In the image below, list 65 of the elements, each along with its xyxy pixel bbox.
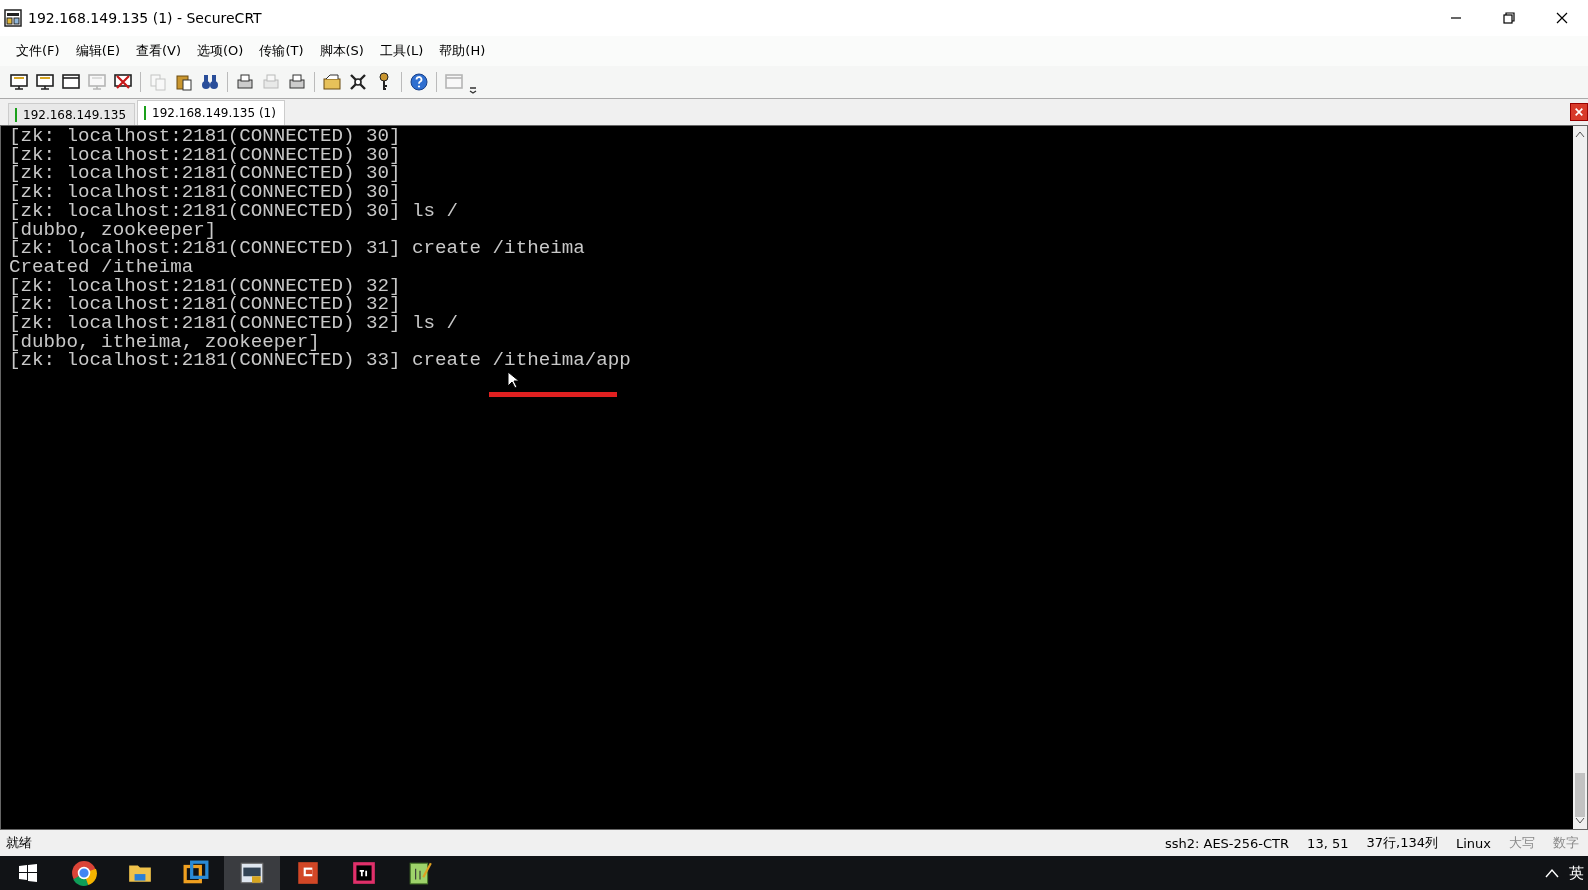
terminal-line: [zk: localhost:2181(CONNECTED) 31] create /itheima	[9, 239, 585, 258]
ide-icon	[351, 860, 377, 886]
menu-item[interactable]: 工具(L)	[371, 42, 432, 60]
status-text: Linux	[1454, 835, 1492, 851]
printer-icon	[235, 72, 255, 92]
binoculars-icon	[200, 72, 220, 92]
monitor-icon	[87, 72, 107, 92]
folder-icon	[322, 72, 342, 92]
app-icon	[4, 9, 22, 27]
session-tab[interactable]: 192.168.149.135 (1)	[137, 100, 285, 125]
printer-icon	[261, 72, 281, 92]
tools-icon	[348, 72, 368, 92]
status-text: 13, 51	[1306, 835, 1350, 851]
window-icon	[61, 72, 81, 92]
close-icon	[1574, 107, 1584, 117]
menu-item[interactable]: 编辑(E)	[67, 42, 128, 60]
monitor-icon	[9, 72, 29, 92]
menu-item[interactable]: 文件(F)	[8, 42, 68, 60]
terminal-line: [dubbo, zookeeper]	[9, 220, 217, 240]
scrollbar[interactable]	[1573, 126, 1587, 829]
input-method-indicator[interactable]: 英	[1569, 863, 1584, 883]
slides-icon	[295, 860, 321, 886]
close-icon	[1555, 12, 1568, 24]
monitor-icon	[35, 72, 55, 92]
menu-item[interactable]: 选项(O)	[189, 42, 252, 60]
taskbar-app-button[interactable]	[224, 856, 280, 890]
terminal-line: [zk: localhost:2181(CONNECTED) 30]	[9, 164, 401, 184]
terminal-line: [zk: localhost:2181(CONNECTED) 30] ls /	[9, 201, 459, 221]
window-icon	[239, 860, 265, 886]
squares-icon	[183, 860, 209, 886]
menu-item[interactable]: 帮助(H)	[431, 42, 494, 60]
status-text: 37行,134列	[1365, 834, 1439, 852]
status-text: 大写	[1508, 834, 1536, 852]
printer-icon	[287, 72, 307, 92]
mouse-pointer-icon	[507, 371, 519, 389]
restore-icon	[1502, 12, 1515, 24]
terminal-line: [zk: localhost:2181(CONNECTED) 32]	[9, 276, 401, 296]
chevron-up-icon[interactable]	[1545, 868, 1559, 878]
terminal-line: [zk: localhost:2181(CONNECTED) 32] ls /	[9, 314, 459, 333]
menu-item[interactable]: 传输(T)	[251, 42, 312, 60]
clipboard-icon	[174, 72, 194, 92]
status-text: 数字	[1552, 834, 1580, 852]
scroll-up-icon[interactable]	[1575, 130, 1585, 138]
terminal-line: [zk: localhost:2181(CONNECTED) 33] create /itheima/app	[9, 351, 631, 371]
round-logo-icon	[71, 860, 97, 886]
close-tab-button[interactable]	[1570, 103, 1588, 121]
terminal-line: [zk: localhost:2181(CONNECTED) 30]	[9, 127, 401, 146]
menu-item[interactable]: 查看(V)	[128, 42, 190, 60]
copy-icon	[148, 72, 168, 92]
terminal-line: [zk: localhost:2181(CONNECTED) 30]	[9, 145, 401, 165]
terminal-line: [dubbo, itheima, zookeeper]	[9, 332, 320, 352]
window-icon	[444, 72, 464, 92]
session-tab[interactable]: 192.168.149.135	[8, 103, 136, 125]
scroll-down-icon[interactable]	[1575, 817, 1585, 825]
terminal-line: [zk: localhost:2181(CONNECTED) 32]	[9, 295, 401, 315]
notepad-icon	[407, 860, 433, 886]
window-title: 192.168.149.135 (1) - SecureCRT	[28, 10, 262, 26]
terminal-line: [zk: localhost:2181(CONNECTED) 30]	[9, 183, 401, 202]
scroll-thumb[interactable]	[1575, 773, 1585, 817]
menu-item[interactable]: 脚本(S)	[311, 42, 372, 60]
windows-logo-icon	[18, 863, 38, 883]
terminal-line: Created /itheima	[9, 257, 194, 277]
status-text: ssh2: AES-256-CTR	[1163, 835, 1291, 851]
help-icon	[409, 72, 429, 92]
status-text: 就绪	[5, 834, 33, 852]
